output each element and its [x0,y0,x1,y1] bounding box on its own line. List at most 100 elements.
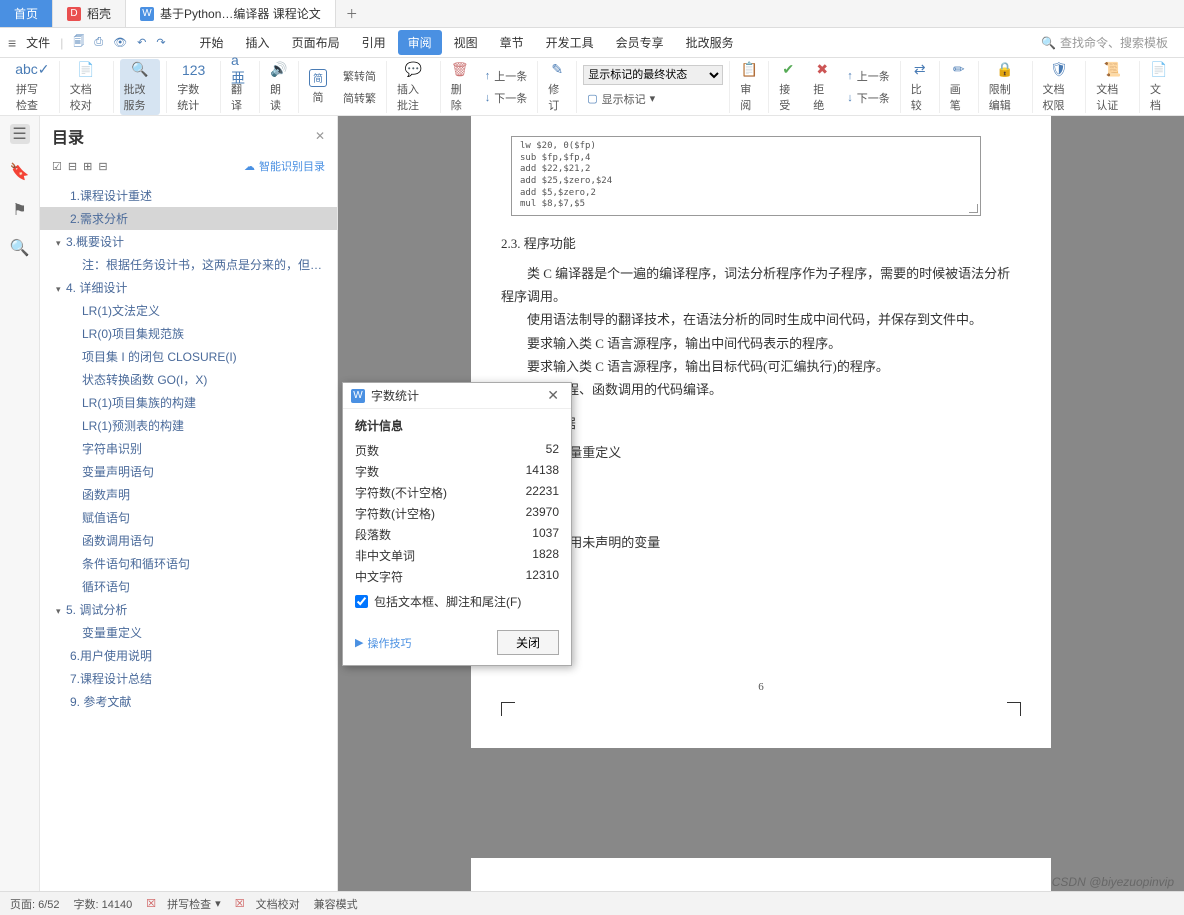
status-page[interactable]: 页面: 6/52 [10,896,60,912]
nav-collapse-up-icon[interactable]: ⊟ [68,160,77,173]
nav-item[interactable]: 6.用户使用说明 [40,644,337,667]
restrict-button[interactable]: 🔒限制编辑 [985,59,1026,115]
include-textbox-checkbox[interactable]: 包括文本框、脚注和尾注(F) [355,587,559,616]
nav-item[interactable]: LR(0)项目集规范族 [40,322,337,345]
review-button[interactable]: 📋审阅 [736,59,762,115]
nav-item[interactable]: 注：根据任务设计书，这两点是分来的，但是如… [40,253,337,276]
status-words[interactable]: 字数: 14140 [74,896,133,912]
nav-item[interactable]: LR(1)项目集族的构建 [40,391,337,414]
menu-tab-0[interactable]: 开始 [190,30,234,55]
doc-icon: 📄 [1150,61,1168,79]
hamburger-icon[interactable]: ≡ [8,35,16,51]
nav-item[interactable]: 条件语句和循环语句 [40,552,337,575]
checkbox-input[interactable] [355,595,368,608]
nav-item[interactable]: 函数调用语句 [40,529,337,552]
dialog-close-button[interactable]: ✕ [543,387,563,404]
nav-collapse-icon[interactable]: ⊟ [98,160,107,173]
menu-tab-2[interactable]: 页面布局 [282,30,350,55]
nav-item[interactable]: 状态转换函数 GO(I，X) [40,368,337,391]
new-tab-button[interactable]: ＋ [336,0,368,27]
nav-item[interactable]: 函数声明 [40,483,337,506]
print-icon[interactable]: ⎙ [94,36,103,49]
nav-item[interactable]: LR(1)文法定义 [40,299,337,322]
revise-button[interactable]: ✎修订 [544,59,570,115]
cloud-icon: ☁ [244,160,255,173]
menu-tab-8[interactable]: 会员专享 [606,30,674,55]
translate-button[interactable]: a亜翻译 [227,59,253,115]
nav-item[interactable]: 变量重定义 [40,621,337,644]
show-tag-combo[interactable]: 显示标记的最终状态 [583,65,723,85]
rail-search-icon[interactable]: 🔍 [10,238,30,258]
doc-more-button[interactable]: 📄文档 [1146,59,1172,115]
batch-button[interactable]: 🔍批改服务 [120,59,161,115]
nav-smart-button[interactable]: ☁ 智能识别目录 [244,158,325,174]
prev-comment-button[interactable]: ↑上一条 [481,66,532,86]
nav-item[interactable]: 2.需求分析 [40,207,337,230]
close-button[interactable]: 关闭 [497,630,559,655]
revise-icon: ✎ [548,61,566,79]
simp-trad-button[interactable]: 简转繁 [339,88,380,108]
tips-link[interactable]: ▶ 操作技巧 [355,635,411,651]
undo-icon[interactable]: ↶ [137,36,146,49]
rail-ribbon-icon[interactable]: ⚑ [10,200,30,220]
doc-cert-button[interactable]: 📜文档认证 [1092,59,1133,115]
next-change-button[interactable]: ↓下一条 [843,88,894,108]
next-comment-button[interactable]: ↓下一条 [481,88,532,108]
tab-home[interactable]: 首页 [0,0,53,27]
nav-item[interactable]: 字符串识别 [40,437,337,460]
translate-icon: a亜 [231,61,249,79]
proof-button[interactable]: 📄文档校对 [66,59,107,115]
nav-item[interactable]: ▾5. 调试分析 [40,598,337,621]
wordcount-button[interactable]: 123字数统计 [173,59,214,115]
menu-tab-4[interactable]: 审阅 [398,30,442,55]
nav-item[interactable]: 9. 参考文献 [40,690,337,713]
nav-expand-icon[interactable]: ⊞ [83,160,92,173]
nav-item[interactable]: 7.课程设计总结 [40,667,337,690]
menu-tab-5[interactable]: 视图 [444,30,488,55]
show-tag-button[interactable]: ▢显示标记 ▾ [583,89,723,109]
rail-outline-icon[interactable]: ☰ [10,124,30,144]
nav-item[interactable]: 赋值语句 [40,506,337,529]
read-button[interactable]: 🔊朗读 [266,59,292,115]
play-icon: ▶ [355,636,363,649]
file-menu[interactable]: 文件 [26,34,50,51]
trad-simp-button[interactable]: 繁转简 [339,66,380,86]
tab-daoku[interactable]: D 稻壳 [53,0,126,27]
brush-icon: ✏ [950,61,968,79]
accept-button[interactable]: ✔接受 [775,59,801,115]
nav-close-button[interactable]: ✕ [315,129,325,143]
compare-button[interactable]: ⇄比较 [907,59,933,115]
nav-item[interactable]: ▾4. 详细设计 [40,276,337,299]
next-icon: ↓ [485,92,491,104]
nav-item[interactable]: 1.课程设计重述 [40,184,337,207]
prev-change-button[interactable]: ↑上一条 [843,66,894,86]
menu-tab-9[interactable]: 批改服务 [676,30,744,55]
dialog-title-text: 字数统计 [371,387,419,404]
menu-tab-3[interactable]: 引用 [352,30,396,55]
nav-item[interactable]: LR(1)预测表的构建 [40,414,337,437]
status-spell[interactable]: ☒ 拼写检查 ▾ [146,896,220,912]
status-proof[interactable]: ☒ 文档校对 [235,896,300,912]
menu-tab-6[interactable]: 章节 [490,30,534,55]
reject-button[interactable]: ✖拒绝 [809,59,835,115]
search-box[interactable]: 🔍 查找命令、搜索模板 [1033,31,1176,54]
insert-comment-button[interactable]: 💬插入批注 [393,59,434,115]
spellcheck-button[interactable]: abc✓拼写检查 [12,59,53,115]
preview-icon[interactable]: 👁 [113,36,127,49]
nav-checkbox-icon[interactable]: ☑ [52,160,62,173]
nav-item[interactable]: 项目集 I 的闭包 CLOSURE(I) [40,345,337,368]
brush-button[interactable]: ✏画笔 [946,59,972,115]
tab-document[interactable]: W 基于Python…编译器 课程论文 [126,0,336,27]
delete-comment-button[interactable]: 🗑删除 [447,59,473,115]
redo-icon[interactable]: ↷ [156,36,165,49]
nav-item[interactable]: ▾3.概要设计 [40,230,337,253]
menu-tab-7[interactable]: 开发工具 [536,30,604,55]
nav-item[interactable]: 循环语句 [40,575,337,598]
rail-bookmark-icon[interactable]: 🔖 [10,162,30,182]
word-doc-icon: W [351,389,365,403]
stat-row: 中文字符12310 [355,566,559,587]
save-icon[interactable]: 🗐 [73,33,84,52]
simp-button[interactable]: 简简 [305,67,331,107]
doc-auth-button[interactable]: 🛡文档权限 [1039,59,1080,115]
nav-item[interactable]: 变量声明语句 [40,460,337,483]
